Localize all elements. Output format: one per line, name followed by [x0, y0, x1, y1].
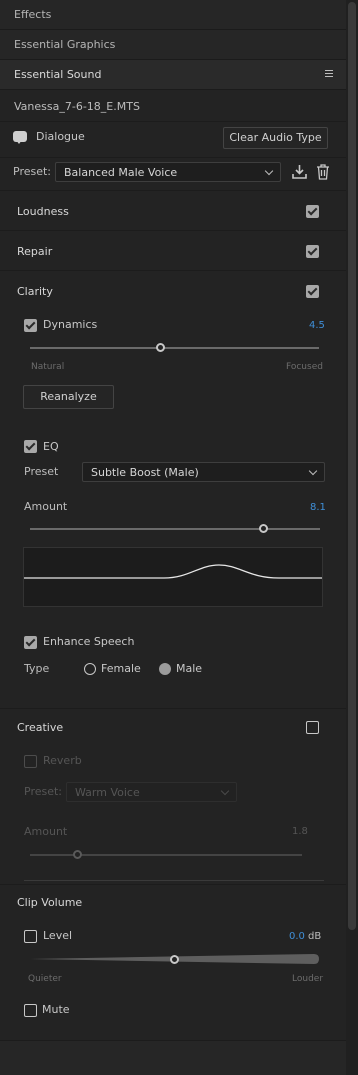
eq-curve-graph [23, 547, 323, 607]
reverb-checkbox[interactable] [24, 755, 37, 768]
speech-type-label: Type [24, 662, 50, 675]
chevron-down-icon [220, 786, 230, 796]
preset-label: Preset: [13, 165, 52, 178]
level-min-label: Quieter [28, 974, 62, 984]
eq-amount-label: Amount [24, 500, 68, 513]
audio-type-label: Dialogue [36, 130, 85, 143]
eq-amount-slider-track[interactable] [30, 528, 320, 530]
reanalyze-button[interactable]: Reanalyze [23, 385, 114, 409]
dynamics-value[interactable]: 4.5 [309, 320, 325, 331]
eq-preset-label: Preset [24, 465, 59, 478]
chevron-down-icon [308, 466, 318, 476]
enhance-speech-label: Enhance Speech [43, 635, 135, 648]
dynamics-label: Dynamics [43, 318, 98, 331]
level-slider-knob[interactable] [170, 955, 179, 964]
repair-checkbox[interactable] [306, 245, 319, 258]
preset-value: Balanced Male Voice [64, 166, 178, 179]
trash-icon[interactable] [316, 164, 330, 180]
eq-checkbox[interactable] [24, 440, 37, 453]
clear-audio-type-button[interactable]: Clear Audio Type [223, 127, 328, 149]
scrollbar[interactable] [346, 0, 358, 1075]
dynamics-min-label: Natural [31, 362, 65, 372]
reverb-amount-slider-knob[interactable] [73, 850, 82, 859]
tab-effects[interactable]: Effects [0, 0, 346, 30]
clip-name: Vanessa_7-6-18_E.MTS [14, 100, 140, 113]
hamburger-menu-icon[interactable] [325, 70, 333, 78]
reverb-preset-dropdown[interactable]: Warm Voice [66, 782, 237, 802]
next-section-header[interactable] [0, 1041, 346, 1075]
reverb-label: Reverb [43, 754, 82, 767]
creative-checkbox[interactable] [306, 721, 319, 734]
tab-essential-graphics[interactable]: Essential Graphics [0, 30, 346, 60]
eq-preset-value: Subtle Boost (Male) [91, 466, 199, 479]
level-unit: dB [308, 931, 322, 942]
male-radio-label: Male [176, 662, 203, 675]
enhance-speech-checkbox[interactable] [24, 636, 37, 649]
reverb-preset-label: Preset: [24, 785, 63, 798]
tab-essential-sound[interactable]: Essential Sound [0, 60, 346, 90]
clip-volume-title: Clip Volume [17, 896, 83, 909]
loudness-title: Loudness [17, 205, 69, 218]
creative-divider [24, 880, 324, 881]
dynamics-max-label: Focused [286, 362, 323, 372]
level-label: Level [43, 929, 73, 942]
scrollbar-thumb[interactable] [348, 2, 356, 930]
preset-dropdown[interactable]: Balanced Male Voice [55, 162, 281, 182]
mute-checkbox[interactable] [24, 1004, 37, 1017]
eq-label: EQ [43, 440, 59, 453]
level-checkbox[interactable] [24, 930, 37, 943]
clarity-title: Clarity [17, 285, 53, 298]
speech-bubble-tail-icon [16, 140, 22, 144]
reverb-amount-value: 1.8 [292, 826, 308, 837]
eq-preset-dropdown[interactable]: Subtle Boost (Male) [82, 462, 325, 482]
dynamics-slider-track[interactable] [30, 347, 319, 349]
chevron-down-icon [264, 166, 274, 176]
dynamics-checkbox[interactable] [24, 319, 37, 332]
creative-title: Creative [17, 721, 64, 734]
repair-title: Repair [17, 245, 53, 258]
eq-amount-slider-knob[interactable] [259, 524, 268, 533]
tab-essential-graphics-label: Essential Graphics [14, 38, 116, 51]
eq-amount-value[interactable]: 8.1 [310, 502, 326, 513]
reverb-preset-value: Warm Voice [75, 786, 140, 799]
tab-effects-label: Effects [14, 8, 52, 21]
female-radio-label: Female [101, 662, 141, 675]
reverb-amount-slider-track[interactable] [30, 854, 302, 856]
save-preset-icon[interactable] [292, 164, 307, 180]
level-max-label: Louder [292, 974, 324, 984]
level-value[interactable]: 0.0 [289, 931, 305, 942]
tab-essential-sound-label: Essential Sound [14, 68, 102, 81]
dynamics-slider-knob[interactable] [156, 343, 165, 352]
clarity-checkbox[interactable] [306, 285, 319, 298]
mute-label: Mute [42, 1003, 70, 1016]
female-radio[interactable] [84, 663, 96, 675]
reverb-amount-label: Amount [24, 825, 68, 838]
loudness-checkbox[interactable] [306, 205, 319, 218]
male-radio[interactable] [159, 663, 171, 675]
